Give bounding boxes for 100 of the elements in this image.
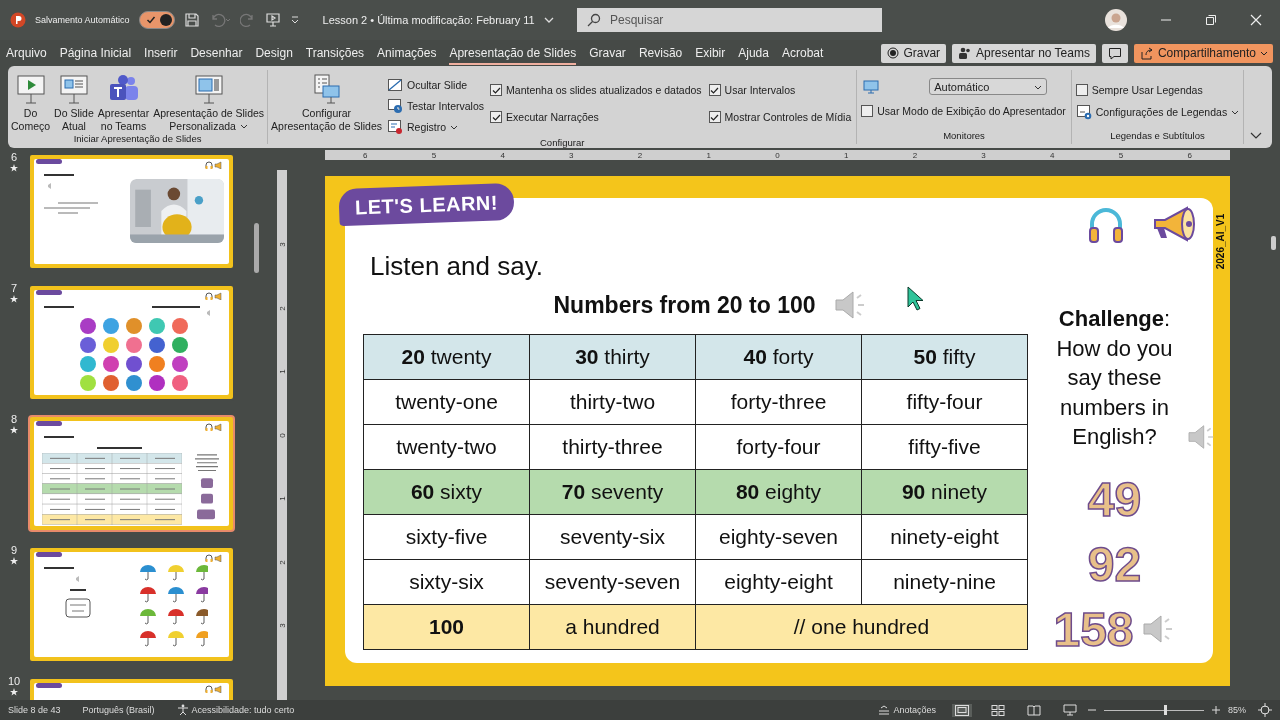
lesson-badge (36, 421, 62, 426)
view-button[interactable] (1024, 703, 1044, 717)
challenge-number: 92 (1087, 536, 1142, 592)
challenge-text: Challenge: How do you say these numbers in English? (1056, 306, 1173, 449)
menu-tab[interactable]: Apresentação de Slides (449, 41, 577, 65)
audio-icons-drawing (205, 554, 223, 562)
menu-tab[interactable]: Acrobat (781, 41, 824, 65)
lesson-badge: LET'S LEARN! (338, 182, 515, 227)
table-cell: forty-four (695, 424, 862, 470)
checkbox-label[interactable]: Mostrar Controles de Mídia (724, 111, 852, 123)
presentation-icon (1063, 704, 1077, 716)
menu-tab[interactable]: Transições (305, 41, 365, 65)
zoom-in-icon[interactable] (1212, 706, 1220, 714)
table-cell: 80 eighty (695, 469, 862, 515)
ruler-number: 3 (569, 150, 574, 160)
view-button[interactable] (1060, 703, 1080, 717)
table-cell: // one hundred (695, 604, 1028, 650)
play-screen-icon (15, 74, 46, 106)
language-status[interactable]: Português (Brasil) (82, 705, 155, 715)
comment-button[interactable] (1101, 43, 1128, 63)
checkbox[interactable] (490, 84, 503, 96)
search-field[interactable]: Pesquisar (577, 8, 882, 32)
menu-tab[interactable]: Ajuda (738, 41, 769, 65)
table-cell: 90 ninety (861, 469, 1028, 515)
ruler-number: 4 (1050, 150, 1055, 160)
presentation-icon[interactable] (264, 12, 281, 28)
ribbon-button[interactable]: Configurar Apresentação de Slides (270, 74, 383, 133)
ribbon-button[interactable]: Apresentação de Slides Personalizada (152, 74, 266, 133)
slider-thumb[interactable] (1164, 704, 1167, 715)
table-cell: 50 fifty (861, 334, 1028, 380)
close-button[interactable] (1250, 14, 1262, 26)
share-button[interactable]: Compartilhamento (1133, 43, 1273, 63)
document-title[interactable]: Lesson 2 • Última modificação: February 11 (322, 14, 535, 26)
ruler-number: 1 (706, 150, 711, 160)
caret-icon[interactable] (543, 15, 554, 25)
menu-tab[interactable]: Revisão (638, 41, 683, 65)
checkbox-label[interactable]: Usar Intervalos (724, 84, 796, 96)
fit-slide-icon[interactable] (1258, 703, 1272, 717)
checkbox[interactable] (490, 111, 503, 123)
checkbox-label[interactable]: Usar Modo de Exibição do Apresentador (877, 105, 1066, 117)
ribbon-button[interactable]: Ocultar Slide (385, 74, 487, 95)
ruler-number: 2 (637, 150, 643, 160)
save-icon[interactable] (183, 12, 200, 28)
ribbon-button[interactable]: Do Começo (10, 74, 52, 133)
zoom-level[interactable]: 85% (1228, 705, 1246, 715)
customize-caret-icon[interactable] (289, 15, 300, 25)
lesson-badge (36, 683, 62, 688)
ruler-number: 5 (431, 150, 437, 160)
menu-tab[interactable]: Animações (377, 41, 437, 65)
table-cell: eighty-seven (695, 514, 862, 560)
menu-tab[interactable]: Design (255, 41, 293, 65)
table-cell: 70 seventy (529, 469, 696, 515)
table-cell: 100 (363, 604, 530, 650)
checkbox-label[interactable]: Executar Narrações (506, 111, 599, 123)
teams-button[interactable]: Apresentar no Teams (952, 43, 1096, 63)
ribbon-button[interactable]: Testar Intervalos (385, 95, 487, 116)
restore-button[interactable] (1205, 14, 1217, 26)
accessibility-icon (176, 704, 189, 716)
ribbon-button[interactable]: Do Slide Atual (53, 74, 95, 133)
checkbox[interactable] (1075, 84, 1088, 96)
slide-thumbnail[interactable] (28, 153, 235, 270)
notes-button[interactable]: Anotações (878, 705, 936, 715)
menu-tab[interactable]: Desenhar (190, 41, 243, 65)
menu-tab[interactable]: Gravar (589, 41, 626, 65)
table-cell: a hundred (529, 604, 696, 650)
collapse-ribbon-icon[interactable] (1250, 132, 1262, 140)
accessibility-status[interactable]: Acessibilidade: tudo certo (176, 704, 295, 716)
zoom-out-icon[interactable] (1088, 706, 1096, 714)
record-icon (387, 118, 403, 135)
ribbon-button[interactable]: Configurações de Legendas (1073, 101, 1242, 122)
ruler-number: 3 (277, 623, 287, 628)
ruler-number: 2 (277, 305, 287, 311)
ribbon-button[interactable]: Apresentar no Teams (96, 74, 151, 133)
menu-tab[interactable]: Página Inicial (59, 41, 132, 65)
slide-thumbnail[interactable] (28, 415, 235, 532)
custom-show-icon (193, 74, 224, 106)
autosave-toggle[interactable] (138, 11, 175, 29)
audio-icons-drawing (205, 161, 223, 169)
monitor-dropdown[interactable]: Automático (929, 78, 1048, 95)
view-button[interactable] (988, 703, 1008, 717)
checkbox[interactable] (708, 111, 721, 123)
record-button[interactable]: Gravar (881, 43, 947, 63)
slide-thumbnail[interactable] (28, 284, 235, 401)
view-button[interactable] (952, 703, 972, 717)
avatar-icon[interactable] (1105, 9, 1127, 31)
table-cell: fifty-five (861, 424, 1028, 470)
ruler-number: 0 (775, 150, 780, 160)
slide-thumbnail[interactable] (28, 546, 235, 663)
menu-tab[interactable]: Arquivo (6, 41, 47, 65)
grid-view-icon (991, 704, 1005, 716)
checkbox-label[interactable]: Sempre Usar Legendas (1091, 84, 1203, 96)
cursor-icon (907, 286, 925, 312)
menu-tab[interactable]: Exibir (695, 41, 726, 65)
ribbon-button[interactable]: Registro (385, 116, 487, 137)
checkbox-label[interactable]: Mantenha os slides atualizados e datados (506, 84, 702, 96)
table-cell: 30 thirty (529, 334, 696, 380)
people-icon (958, 47, 973, 59)
checkbox[interactable] (861, 105, 874, 117)
menu-tab[interactable]: Inserir (144, 41, 178, 65)
checkbox[interactable] (708, 84, 721, 96)
